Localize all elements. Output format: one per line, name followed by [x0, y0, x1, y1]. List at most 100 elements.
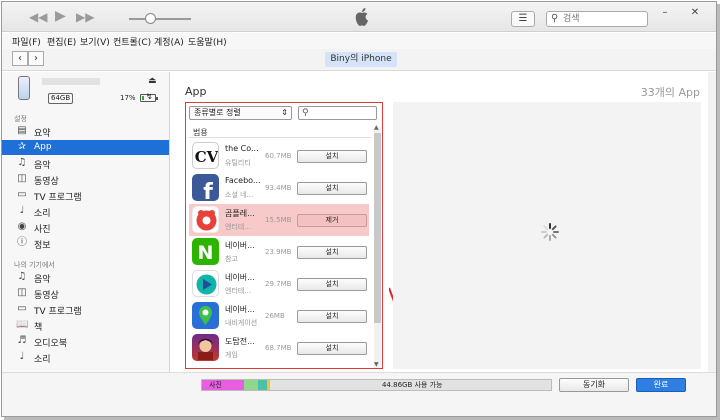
- app-name: 곰플레...: [225, 209, 255, 218]
- capacity-badge: 64GB: [48, 93, 74, 104]
- app-row[interactable]: 네이버... 엔터테... 29.7MB 설치: [189, 268, 369, 300]
- bell-icon: ♩: [19, 351, 25, 362]
- back-button[interactable]: ‹: [12, 51, 28, 66]
- app-row[interactable]: CV the Co... 유틸리티 60.7MB 설치: [189, 140, 369, 172]
- sync-button[interactable]: 동기화: [559, 378, 629, 392]
- sidebar-item-tones[interactable]: ♩ 소리: [2, 204, 169, 219]
- bottom-bar: 사진 44.86GB 사용 가능 동기화 완료: [2, 372, 716, 416]
- app-list-panel: 종류별로 정렬 ⇕ ⚲ 범용 CV the Co... 유틸리티 60.7MB …: [185, 102, 383, 369]
- sidebar-item-summary[interactable]: ▤ 요약: [2, 124, 169, 139]
- forward-button[interactable]: ›: [28, 51, 44, 66]
- main-scrollbar[interactable]: [708, 72, 716, 372]
- sidebar-item-device-music[interactable]: ♫ 음악: [2, 270, 169, 285]
- sidebar-item-label: 음악: [34, 275, 51, 285]
- device-button[interactable]: Biny의 iPhone: [325, 52, 397, 67]
- app-search-field[interactable]: ⚲: [298, 106, 377, 120]
- app-category: 소셜 네...: [225, 191, 254, 199]
- app-name: the Co...: [225, 144, 259, 153]
- search-icon: ⚲: [302, 108, 309, 118]
- volume-knob[interactable]: [145, 13, 156, 24]
- install-button[interactable]: 설치: [297, 182, 367, 195]
- app-count: 33개의 App: [640, 86, 700, 99]
- sidebar-item-label: 오디오북: [34, 339, 68, 349]
- sidebar-item-label: 소리: [34, 209, 51, 219]
- app-name: 도탑전...: [225, 337, 255, 346]
- install-button[interactable]: 설치: [297, 150, 367, 163]
- list-view-button[interactable]: ☰: [511, 11, 535, 27]
- sidebar-item-device-tv[interactable]: ▭ TV 프로그램: [2, 302, 169, 317]
- menu-bar: 파일(F) 편집(E) 보기(V) 컨트롤(C) 계정(A) 도움말(H): [2, 33, 716, 49]
- settings-section-label: 설정: [14, 115, 27, 123]
- menu-account[interactable]: 계정(A): [154, 35, 184, 48]
- itunes-window: ◀◀ ▶ ▶▶ ☰ ⚲ – ✕ 파일(F) 편집(E) 보기(V) 컨트롤(C)…: [1, 1, 717, 417]
- search-field[interactable]: ⚲: [546, 11, 648, 27]
- app-row[interactable]: 곰플레... 엔터테... 15.5MB 제거: [189, 204, 369, 236]
- nav-bar: ‹ › Biny의 iPhone: [2, 49, 716, 71]
- sidebar-item-device-audiobooks[interactable]: ♬ 오디오북: [2, 334, 169, 349]
- sidebar-item-label: 책: [34, 323, 43, 333]
- menu-file[interactable]: 파일(F): [12, 35, 41, 48]
- sidebar-item-device-movies[interactable]: ◫ 동영상: [2, 286, 169, 301]
- app-size: 60.7MB: [265, 152, 292, 160]
- on-device-section-label: 나의 기기에서: [14, 261, 55, 269]
- music-note-icon: ♫: [17, 157, 27, 168]
- app-row[interactable]: f Facebo... 소셜 네... 93.4MB 설치: [189, 172, 369, 204]
- search-input[interactable]: [563, 13, 645, 25]
- apple-logo-icon: [355, 8, 368, 26]
- storage-segment: [258, 380, 267, 390]
- close-button[interactable]: ✕: [688, 6, 702, 20]
- storage-bar: 사진 44.86GB 사용 가능: [201, 379, 552, 391]
- app-list-scroll-thumb[interactable]: [374, 133, 381, 323]
- storage-photos-label: 사진: [209, 381, 222, 389]
- sidebar-item-label: 요약: [34, 129, 51, 139]
- fast-forward-icon[interactable]: ▶▶: [76, 10, 94, 24]
- sidebar-item-movies[interactable]: ◫ 동영상: [2, 172, 169, 187]
- app-size: 23.9MB: [265, 248, 292, 256]
- sidebar-item-label: 정보: [34, 241, 51, 251]
- sidebar-item-tv[interactable]: ▭ TV 프로그램: [2, 188, 169, 203]
- rewind-icon[interactable]: ◀◀: [29, 10, 47, 24]
- install-button[interactable]: 설치: [297, 342, 367, 355]
- install-button[interactable]: 설치: [297, 278, 367, 291]
- install-button[interactable]: 설치: [297, 310, 367, 323]
- app-name: 네이버...: [225, 241, 255, 250]
- scroll-down-icon[interactable]: ▼: [374, 361, 379, 368]
- sidebar-item-music[interactable]: ♫ 음악: [2, 156, 169, 171]
- install-button[interactable]: 설치: [297, 246, 367, 259]
- camera-icon: ◉: [17, 221, 27, 232]
- menu-help[interactable]: 도움말(H): [188, 35, 227, 48]
- sidebar-item-label: 사진: [34, 225, 51, 235]
- facebook-icon: f: [192, 174, 219, 201]
- storage-free-label: 44.86GB 사용 가능: [382, 381, 443, 389]
- menu-view[interactable]: 보기(V): [80, 35, 110, 48]
- menu-controls[interactable]: 컨트롤(C): [113, 35, 151, 48]
- scroll-up-icon[interactable]: ▲: [374, 124, 379, 131]
- done-button[interactable]: 완료: [636, 378, 686, 392]
- svg-text:N: N: [198, 242, 214, 264]
- app-preview-panel: [393, 102, 701, 369]
- sidebar-item-info[interactable]: ⓘ 정보: [2, 236, 169, 251]
- app-row[interactable]: N 네이버... 참고 23.9MB 설치: [189, 236, 369, 268]
- film-icon: ◫: [17, 287, 27, 298]
- eject-icon[interactable]: ⏏: [148, 76, 157, 86]
- minimize-button[interactable]: –: [658, 6, 672, 20]
- battery-percent: 17%: [120, 94, 136, 102]
- sidebar-item-label: TV 프로그램: [34, 307, 82, 317]
- storage-segment: [267, 380, 270, 390]
- bell-icon: ♩: [19, 205, 25, 216]
- sidebar-item-apps[interactable]: ✰ App: [2, 140, 169, 155]
- app-row[interactable]: 도탑전... 게임 68.7MB 설치: [189, 332, 369, 364]
- menu-edit[interactable]: 편집(E): [47, 35, 76, 48]
- app-row[interactable]: 네이버... 내비게이션 26MB 설치: [189, 300, 369, 332]
- svg-text:f: f: [203, 180, 213, 201]
- sidebar-item-device-tones[interactable]: ♩ 소리: [2, 350, 169, 365]
- remove-button[interactable]: 제거: [297, 214, 367, 227]
- naver-map-icon: [192, 302, 219, 329]
- volume-slider[interactable]: [129, 18, 191, 20]
- sidebar-item-device-books[interactable]: 📖 책: [2, 318, 169, 333]
- sidebar-item-photos[interactable]: ◉ 사진: [2, 220, 169, 235]
- sort-dropdown[interactable]: 종류별로 정렬 ⇕: [189, 106, 292, 120]
- app-category: 유틸리티: [225, 159, 251, 167]
- sidebar-item-label: 동영상: [34, 291, 59, 301]
- play-icon[interactable]: ▶: [55, 9, 66, 23]
